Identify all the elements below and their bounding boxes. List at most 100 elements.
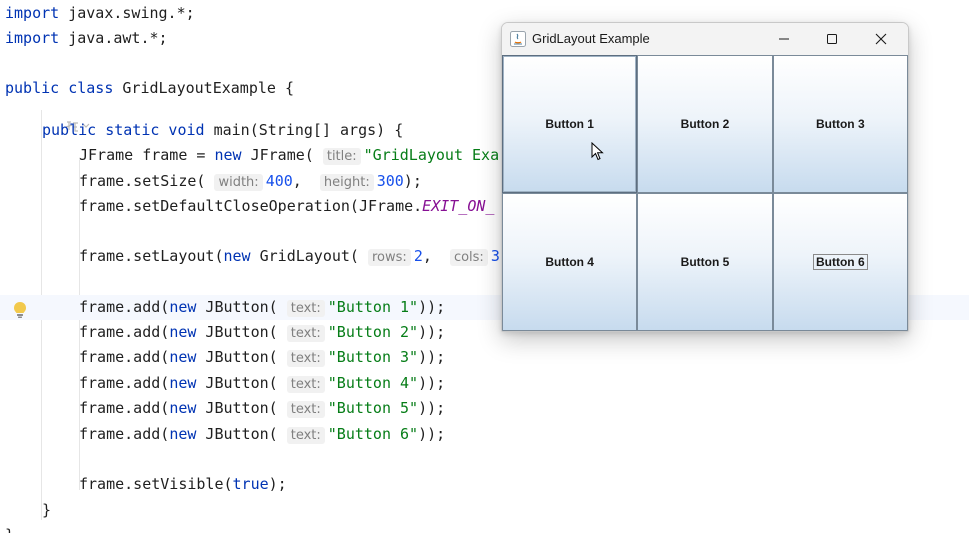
code-token: JButton( bbox=[196, 374, 287, 392]
button-4-label: Button 4 bbox=[545, 255, 594, 269]
code-token: new bbox=[169, 323, 197, 341]
code-line-3[interactable]: public class GridLayoutExample { bbox=[5, 76, 294, 101]
parameter-hint: cols: bbox=[449, 249, 488, 266]
code-token: )); bbox=[418, 425, 446, 443]
code-token: JButton( bbox=[196, 425, 287, 443]
code-token: )); bbox=[418, 348, 446, 366]
code-token: public class bbox=[5, 79, 114, 97]
button-6-label: Button 6 bbox=[812, 254, 868, 270]
minimize-icon bbox=[779, 38, 789, 40]
window-titlebar[interactable]: GridLayout Example bbox=[502, 23, 908, 55]
code-token: java.awt.*; bbox=[59, 29, 168, 47]
parameter-hint: text: bbox=[286, 350, 325, 367]
parameter-hint: text: bbox=[286, 376, 325, 393]
button-4[interactable]: Button 4 bbox=[502, 193, 638, 331]
code-token: )); bbox=[418, 399, 446, 417]
code-token: new bbox=[169, 374, 197, 392]
parameter-hint: height: bbox=[319, 174, 374, 191]
code-line-2[interactable]: import java.awt.*; bbox=[5, 26, 168, 51]
code-token: JButton( bbox=[196, 348, 287, 366]
code-line-15[interactable]: frame.setVisible(true); bbox=[79, 472, 287, 497]
code-token: , bbox=[422, 247, 450, 265]
code-token: "Button 6" bbox=[327, 425, 419, 443]
code-token: GridLayoutExample { bbox=[113, 79, 294, 97]
button-2-label: Button 2 bbox=[680, 117, 730, 131]
button-5-label: Button 5 bbox=[680, 255, 730, 269]
code-line-1[interactable]: import javax.swing.*; bbox=[5, 1, 195, 26]
code-token: new bbox=[169, 425, 197, 443]
minimize-button[interactable] bbox=[761, 23, 807, 55]
button-3[interactable]: Button 3 bbox=[772, 55, 908, 193]
code-token: frame.add( bbox=[79, 399, 170, 417]
code-token: } bbox=[42, 501, 52, 519]
code-token: new bbox=[223, 247, 251, 265]
button-2[interactable]: Button 2 bbox=[637, 55, 773, 193]
code-token: JFrame frame = bbox=[79, 146, 215, 164]
code-line-6[interactable]: frame.setSize( width: 400, height: 300); bbox=[79, 169, 422, 194]
code-token: frame.setVisible( bbox=[79, 475, 233, 493]
swing-window[interactable]: GridLayout Example Button 1 Button 2 But… bbox=[501, 22, 909, 332]
code-token: 300 bbox=[376, 172, 404, 190]
code-token: import bbox=[5, 4, 60, 22]
code-line-17[interactable]: } bbox=[5, 523, 14, 533]
code-token: new bbox=[214, 146, 242, 164]
code-token: JButton( bbox=[196, 399, 287, 417]
code-line-5[interactable]: JFrame frame = new JFrame( title: "GridLa… bbox=[79, 143, 499, 168]
code-token: true bbox=[232, 475, 269, 493]
code-line-12[interactable]: frame.add(new JButton( text: "Button 4"))… bbox=[79, 371, 445, 396]
parameter-hint: text: bbox=[286, 300, 325, 317]
code-token: frame.add( bbox=[79, 374, 170, 392]
code-line-4[interactable]: public static void main(String[] args) { bbox=[42, 118, 403, 143]
window-title: GridLayout Example bbox=[532, 31, 650, 46]
code-line-10[interactable]: frame.add(new JButton( text: "Button 2"))… bbox=[79, 320, 445, 345]
parameter-hint: width: bbox=[214, 174, 263, 191]
code-token: frame.setSize( bbox=[79, 172, 215, 190]
code-token: javax.swing.*; bbox=[59, 4, 195, 22]
code-token: 400 bbox=[265, 172, 293, 190]
code-token: ); bbox=[268, 475, 287, 493]
ai-assistant-icon[interactable] bbox=[42, 99, 91, 132]
code-token: "Button 1" bbox=[327, 298, 419, 316]
code-token: 2 bbox=[413, 247, 423, 265]
code-token: new bbox=[169, 298, 197, 316]
code-token: new bbox=[169, 348, 197, 366]
code-token: public static void bbox=[42, 121, 205, 139]
code-line-11[interactable]: frame.add(new JButton( text: "Button 3"))… bbox=[79, 345, 445, 370]
code-line-16[interactable]: } bbox=[42, 498, 51, 523]
grid-layout-panel: Button 1 Button 2 Button 3 Button 4 Butt… bbox=[502, 55, 908, 331]
code-token: new bbox=[169, 399, 197, 417]
button-6[interactable]: Button 6 bbox=[772, 193, 908, 331]
code-token: frame.add( bbox=[79, 323, 170, 341]
code-token: frame.add( bbox=[79, 425, 170, 443]
code-line-7[interactable]: frame.setDefaultCloseOperation(JFrame.EX… bbox=[79, 194, 494, 219]
code-token: )); bbox=[418, 323, 446, 341]
maximize-button[interactable] bbox=[809, 23, 855, 55]
code-token: , bbox=[292, 172, 320, 190]
lightbulb-icon[interactable] bbox=[12, 301, 28, 319]
close-button[interactable] bbox=[858, 23, 904, 55]
code-token: JButton( bbox=[196, 298, 287, 316]
code-token: JFrame( bbox=[241, 146, 323, 164]
code-token: ); bbox=[403, 172, 422, 190]
code-line-9[interactable]: frame.add(new JButton( text: "Button 1"))… bbox=[79, 295, 445, 320]
lightbulb-glyph bbox=[14, 302, 26, 318]
button-1-label: Button 1 bbox=[545, 117, 594, 131]
code-line-13[interactable]: frame.add(new JButton( text: "Button 5"))… bbox=[79, 396, 445, 421]
code-token: "Button 4" bbox=[327, 374, 419, 392]
button-3-label: Button 3 bbox=[815, 117, 865, 131]
code-line-8[interactable]: frame.setLayout(new GridLayout( rows: 2, … bbox=[79, 244, 509, 269]
java-icon bbox=[510, 31, 526, 47]
screen: import javax.swing.*; import java.awt.*;… bbox=[0, 0, 969, 533]
code-line-14[interactable]: frame.add(new JButton( text: "Button 6"))… bbox=[79, 422, 445, 447]
code-token: "Button 2" bbox=[327, 323, 419, 341]
button-5[interactable]: Button 5 bbox=[637, 193, 773, 331]
code-token: frame.setLayout( bbox=[79, 247, 224, 265]
button-1[interactable]: Button 1 bbox=[502, 55, 638, 193]
code-token: frame.setDefaultCloseOperation(JFrame. bbox=[79, 197, 423, 215]
parameter-hint: text: bbox=[286, 427, 325, 444]
code-token: 3 bbox=[490, 247, 500, 265]
parameter-hint: title: bbox=[322, 148, 361, 165]
parameter-hint: text: bbox=[286, 401, 325, 418]
code-token: "Button 5" bbox=[327, 399, 419, 417]
maximize-icon bbox=[827, 34, 837, 44]
